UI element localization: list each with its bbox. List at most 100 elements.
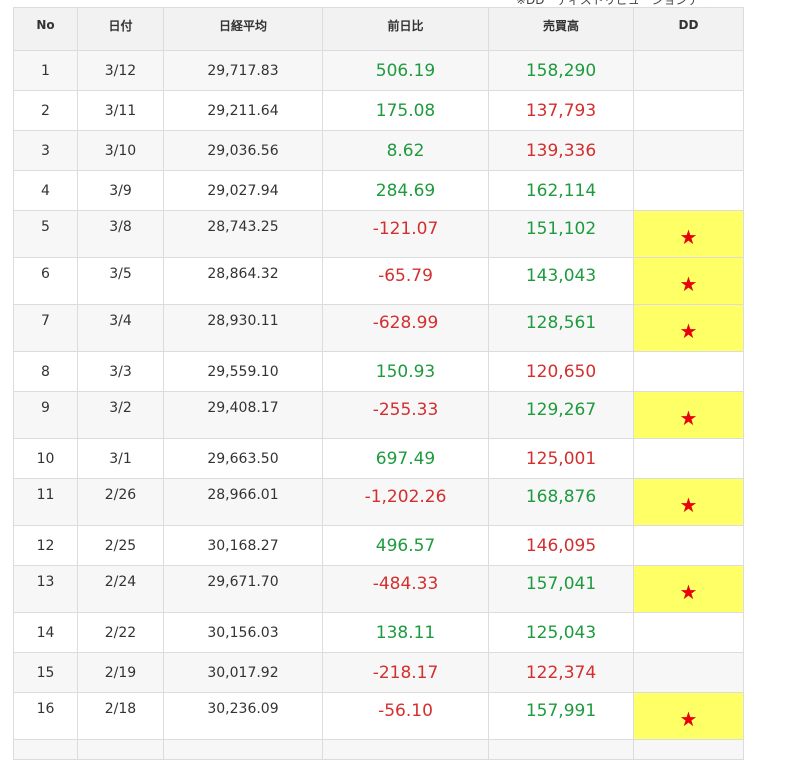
header-dd: DD [633, 7, 744, 51]
table-header-row: No 日付 日経平均 前日比 売買高 DD [13, 7, 744, 51]
cell-dd: ★ [633, 304, 744, 352]
cell-average: 29,036.56 [163, 130, 323, 171]
cell-change: 150.93 [322, 351, 489, 392]
cell-dd [633, 652, 744, 693]
cell-no: 5 [13, 210, 78, 258]
cell-date: 2/22 [77, 612, 164, 653]
cell-date: 2/18 [77, 692, 164, 740]
cell-average: 30,236.09 [163, 692, 323, 740]
star-icon: ★ [679, 405, 698, 430]
table-row: 2 3/11 29,211.64 175.08 137,793 [13, 90, 744, 131]
cell-volume: 158,290 [488, 50, 634, 91]
cell-volume: 120,650 [488, 351, 634, 392]
star-icon: ★ [679, 224, 698, 249]
cell-date: 3/11 [77, 90, 164, 131]
cell-no: 3 [13, 130, 78, 171]
cell-date: 3/9 [77, 170, 164, 211]
cell-average: 29,559.10 [163, 351, 323, 392]
cell-change: 138.11 [322, 612, 489, 653]
cell-change: -1,202.26 [322, 478, 489, 526]
table-row: 16 2/18 30,236.09 -56.10 157,991 ★ [13, 692, 744, 740]
cell-no: 8 [13, 351, 78, 392]
cell-average: 29,717.83 [163, 50, 323, 91]
cell-change: -121.07 [322, 210, 489, 258]
cell-change: 284.69 [322, 170, 489, 211]
cell-date: 3/1 [77, 438, 164, 479]
cell-dd [633, 90, 744, 131]
cell-date: 2/25 [77, 525, 164, 566]
cell-change: 8.62 [322, 130, 489, 171]
header-date: 日付 [77, 7, 164, 51]
cell-no: 10 [13, 438, 78, 479]
cell-volume: 122,374 [488, 652, 634, 693]
cell-date: 2/19 [77, 652, 164, 693]
cell-change: -484.33 [322, 565, 489, 613]
cell-empty [77, 739, 164, 760]
cell-change: 175.08 [322, 90, 489, 131]
table-row: 1 3/12 29,717.83 506.19 158,290 [13, 50, 744, 91]
header-change: 前日比 [322, 7, 489, 51]
cell-average: 30,168.27 [163, 525, 323, 566]
table-row: 14 2/22 30,156.03 138.11 125,043 [13, 612, 744, 653]
cell-no: 15 [13, 652, 78, 693]
cell-average: 29,027.94 [163, 170, 323, 211]
table-row: 5 3/8 28,743.25 -121.07 151,102 ★ [13, 210, 744, 258]
star-icon: ★ [679, 579, 698, 604]
cell-no: 7 [13, 304, 78, 352]
cell-dd: ★ [633, 257, 744, 305]
table-row: 9 3/2 29,408.17 -255.33 129,267 ★ [13, 391, 744, 439]
cell-average: 29,663.50 [163, 438, 323, 479]
table-row: 12 2/25 30,168.27 496.57 146,095 [13, 525, 744, 566]
cell-volume: 129,267 [488, 391, 634, 439]
cell-date: 3/3 [77, 351, 164, 392]
cell-dd: ★ [633, 565, 744, 613]
table-row: 13 2/24 29,671.70 -484.33 157,041 ★ [13, 565, 744, 613]
cell-volume: 125,001 [488, 438, 634, 479]
cell-dd [633, 438, 744, 479]
nikkei-dd-table: No 日付 日経平均 前日比 売買高 DD 1 3/12 29,717.83 506.… [13, 7, 744, 760]
cell-empty [488, 739, 634, 760]
cell-volume: 146,095 [488, 525, 634, 566]
cell-volume: 125,043 [488, 612, 634, 653]
cell-no: 13 [13, 565, 78, 613]
cell-dd [633, 50, 744, 91]
cell-no: 6 [13, 257, 78, 305]
cell-change: -218.17 [322, 652, 489, 693]
table-row: 3 3/10 29,036.56 8.62 139,336 [13, 130, 744, 171]
table-row: 15 2/19 30,017.92 -218.17 122,374 [13, 652, 744, 693]
table-row: 10 3/1 29,663.50 697.49 125,001 [13, 438, 744, 479]
cell-average: 28,743.25 [163, 210, 323, 258]
cell-average: 28,864.32 [163, 257, 323, 305]
cell-volume: 151,102 [488, 210, 634, 258]
cell-no: 16 [13, 692, 78, 740]
cell-no: 11 [13, 478, 78, 526]
cell-average: 29,211.64 [163, 90, 323, 131]
header-volume: 売買高 [488, 7, 634, 51]
cell-volume: 128,561 [488, 304, 634, 352]
cell-date: 3/4 [77, 304, 164, 352]
cell-empty [163, 739, 323, 760]
star-icon: ★ [679, 271, 698, 296]
cell-average: 28,930.11 [163, 304, 323, 352]
table-row: 8 3/3 29,559.10 150.93 120,650 [13, 351, 744, 392]
cell-dd [633, 130, 744, 171]
cell-volume: 157,991 [488, 692, 634, 740]
cell-average: 29,671.70 [163, 565, 323, 613]
cell-volume: 157,041 [488, 565, 634, 613]
cell-volume: 143,043 [488, 257, 634, 305]
cell-dd [633, 612, 744, 653]
cell-average: 28,966.01 [163, 478, 323, 526]
cell-date: 3/2 [77, 391, 164, 439]
cell-empty [633, 739, 744, 760]
cell-dd: ★ [633, 478, 744, 526]
cell-average: 30,156.03 [163, 612, 323, 653]
cell-average: 29,408.17 [163, 391, 323, 439]
table-row-partial [13, 739, 744, 760]
cell-change: -65.79 [322, 257, 489, 305]
cell-no: 2 [13, 90, 78, 131]
star-icon: ★ [679, 318, 698, 343]
cell-date: 3/5 [77, 257, 164, 305]
cell-dd [633, 351, 744, 392]
cell-average: 30,017.92 [163, 652, 323, 693]
cell-volume: 139,336 [488, 130, 634, 171]
